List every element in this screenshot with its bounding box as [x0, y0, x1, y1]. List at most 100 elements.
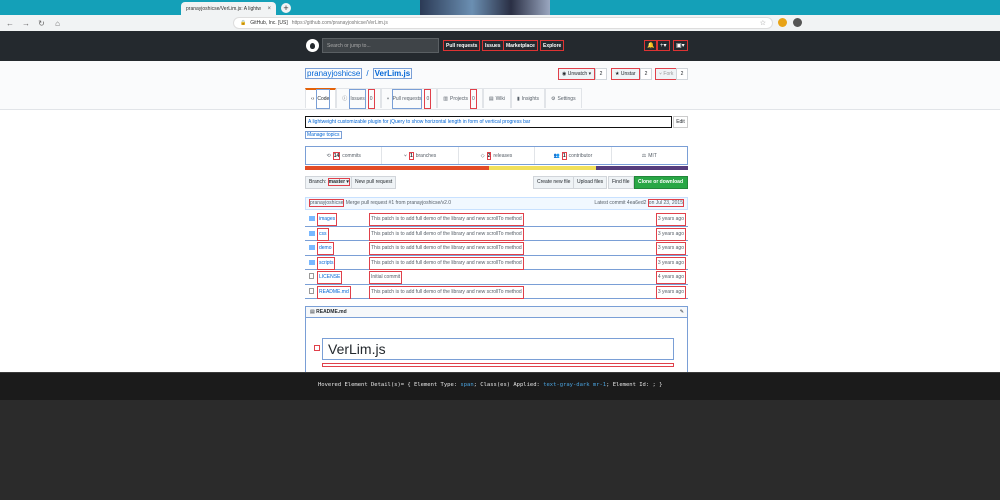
- upload-files-button[interactable]: Upload files: [573, 176, 608, 189]
- readme-divider: [322, 363, 674, 367]
- file-name-link[interactable]: images: [317, 213, 338, 226]
- find-file-button[interactable]: Find file: [608, 176, 634, 189]
- avatar[interactable]: ▣▾: [673, 40, 688, 51]
- url-text[interactable]: https://github.com/pranayjoshicse/VerLim…: [292, 20, 388, 26]
- bookmark-star-icon[interactable]: ☆: [760, 19, 766, 27]
- file-commit-message[interactable]: This patch is to add full demo of the li…: [369, 285, 524, 299]
- file-commit-message[interactable]: This patch is to add full demo of the li…: [369, 242, 524, 255]
- tab-code[interactable]: ‹› Code: [305, 88, 337, 109]
- edit-description-button[interactable]: Edit: [673, 116, 688, 128]
- tab-insights[interactable]: ▮ Insights: [511, 88, 546, 108]
- file-name-link[interactable]: scripts: [317, 256, 336, 270]
- commit-date: on Jul 23, 2015: [647, 199, 684, 207]
- empty-panel: [0, 400, 1000, 500]
- forward-icon[interactable]: →: [22, 19, 30, 28]
- tab-label: Wiki: [495, 95, 506, 102]
- reload-icon[interactable]: ↻: [38, 19, 45, 28]
- branches-link[interactable]: ⑂ 1 branches: [382, 147, 459, 164]
- github-logo-icon[interactable]: [306, 39, 319, 52]
- file-commit-message[interactable]: This patch is to add full demo of the li…: [369, 213, 524, 226]
- commit-author[interactable]: pranayjoshicse: [309, 199, 345, 207]
- back-icon[interactable]: ←: [6, 19, 14, 28]
- unwatch-button[interactable]: ◉ Unwatch ▾: [558, 68, 596, 80]
- star-count[interactable]: 2: [640, 68, 652, 80]
- tab-wiki[interactable]: ▤ Wiki: [482, 88, 512, 108]
- latest-commit-sha[interactable]: Latest commit 4ea6ed2: [594, 200, 646, 206]
- language-segment: [596, 166, 688, 170]
- file-commit-message[interactable]: This patch is to add full demo of the li…: [369, 256, 524, 270]
- branch-icon: ⑂: [403, 152, 407, 159]
- file-icon: [309, 287, 314, 294]
- clone-download-button[interactable]: Clone or download ▾: [634, 176, 688, 196]
- history-icon: ⟲: [326, 152, 331, 159]
- search-input[interactable]: Search or jump to...: [322, 38, 439, 53]
- tab-projects[interactable]: ▥ Projects 0: [437, 88, 483, 109]
- tab-counter: 0: [367, 88, 375, 109]
- file-commit-message[interactable]: This patch is to add full demo of the li…: [369, 227, 524, 241]
- pencil-icon[interactable]: ✎: [680, 307, 684, 317]
- unstar-button[interactable]: ★ Unstar: [611, 68, 640, 80]
- commits-link[interactable]: ⟲ 14 commits: [306, 147, 383, 164]
- file-age: 3 years ago: [655, 242, 686, 255]
- readme-body: VerLim.js: [305, 318, 688, 372]
- new-pull-request-button[interactable]: New pull request: [351, 176, 397, 189]
- nav-explore[interactable]: Explore: [540, 40, 565, 51]
- inspector-prefix: Hovered Element Detail(s)= { Element Typ…: [318, 382, 461, 388]
- file-name-link[interactable]: css: [317, 227, 329, 241]
- nav-issues[interactable]: Issues: [482, 40, 504, 51]
- repo-name-link[interactable]: VerLim.js: [372, 68, 413, 79]
- anchor-link-icon[interactable]: [314, 345, 320, 351]
- file-age: 4 years ago: [655, 271, 686, 284]
- create-new-button[interactable]: +▾: [657, 40, 670, 51]
- extension-icon[interactable]: [778, 18, 787, 27]
- fork-count[interactable]: 2: [676, 68, 688, 80]
- element-inspector-bar: Hovered Element Detail(s)= { Element Typ…: [0, 372, 1000, 400]
- browser-tab[interactable]: pranayjoshicse/VerLim.js: A lightw ×: [181, 2, 276, 15]
- license-link[interactable]: ⚖ MIT: [612, 147, 687, 164]
- file-name-link[interactable]: demo: [317, 242, 334, 255]
- readme-filename: README.md: [316, 309, 347, 315]
- manage-topics-link[interactable]: Manage topics: [305, 131, 342, 139]
- file-commit-message[interactable]: Initial commit: [369, 271, 403, 284]
- inspector-classes: text-gray-dark mr-1: [543, 382, 607, 388]
- inspector-element-type: span: [460, 382, 474, 388]
- close-icon[interactable]: ×: [267, 6, 271, 12]
- new-tab-button[interactable]: +: [281, 3, 291, 13]
- site-identity: GitHub, Inc. [US]: [250, 20, 288, 26]
- language-bar[interactable]: [305, 166, 688, 170]
- file-name-link[interactable]: LICENSE: [317, 271, 343, 284]
- branch-select-button[interactable]: Branch: master ▾: [305, 176, 354, 189]
- code-icon: ‹›: [311, 96, 315, 102]
- address-bar[interactable]: 🔒 GitHub, Inc. [US] https://github.com/p…: [233, 17, 773, 29]
- tab-settings[interactable]: ⚙ Settings: [545, 88, 582, 108]
- inspector-suffix: ; Element Id: ; }: [606, 382, 663, 388]
- create-new-file-button[interactable]: Create new file: [533, 176, 575, 189]
- language-segment: [305, 166, 489, 170]
- lock-icon: 🔒: [240, 20, 247, 26]
- home-icon[interactable]: ⌂: [54, 19, 61, 28]
- table-row: scripts This patch is to add full demo o…: [305, 256, 688, 270]
- nav-pull-requests[interactable]: Pull requests: [443, 40, 481, 51]
- tab-issues[interactable]: ⓘ Issues 0: [336, 88, 381, 109]
- folder-icon: [309, 216, 315, 221]
- tag-icon: ◇: [480, 152, 485, 159]
- file-name-link[interactable]: README.md: [317, 285, 351, 299]
- profile-icon[interactable]: [793, 18, 802, 27]
- tab-label: Pull requests: [391, 88, 423, 109]
- watch-count[interactable]: 2: [595, 68, 607, 80]
- repo-owner-link[interactable]: pranayjoshicse: [305, 68, 363, 79]
- tab-pull-requests[interactable]: ⑂ Pull requests 0: [380, 88, 438, 109]
- contributors-label: contributor: [568, 152, 593, 159]
- tab-label: Code: [316, 89, 331, 109]
- folder-icon: [309, 230, 315, 236]
- book-icon: ▤: [488, 95, 494, 102]
- nav-marketplace[interactable]: Marketplace: [503, 40, 538, 51]
- branches-label: branches: [415, 152, 437, 159]
- readme-heading: VerLim.js: [322, 338, 674, 360]
- releases-link[interactable]: ◇ 2 releases: [459, 147, 536, 164]
- commit-message[interactable]: Merge pull request #1 from pranayjoshics…: [346, 200, 451, 206]
- bell-icon[interactable]: 🔔: [644, 40, 658, 51]
- people-icon: 👥: [553, 152, 560, 159]
- contributors-link[interactable]: 👥 1 contributor: [535, 147, 612, 164]
- fork-button[interactable]: ⑂ Fork: [655, 68, 678, 80]
